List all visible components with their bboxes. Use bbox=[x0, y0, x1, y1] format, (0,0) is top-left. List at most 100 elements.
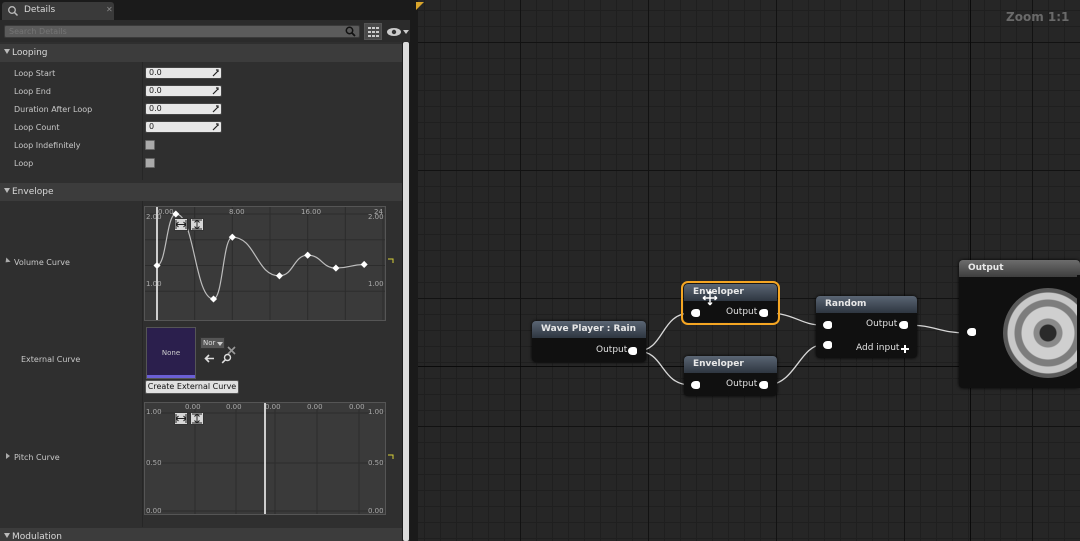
category-looping[interactable]: Looping bbox=[0, 44, 402, 62]
curve-key[interactable] bbox=[275, 272, 283, 280]
loop-count-field[interactable]: 0 bbox=[145, 121, 222, 133]
category-envelope[interactable]: Envelope bbox=[0, 183, 402, 201]
fit-horizontal-button[interactable] bbox=[174, 218, 188, 231]
input-pin[interactable] bbox=[823, 321, 832, 329]
external-curve-thumbnail[interactable]: None bbox=[146, 327, 196, 379]
combo-value: Nor bbox=[203, 339, 216, 347]
tab-close-icon[interactable]: ✕ bbox=[106, 5, 113, 14]
tick-label: 1.00 bbox=[146, 408, 162, 416]
node-header[interactable]: Enveloper bbox=[684, 356, 777, 373]
tab-title: Details bbox=[24, 5, 56, 15]
fit-vertical-icon bbox=[192, 413, 202, 424]
enveloper-node-selected[interactable]: Enveloper Output bbox=[681, 281, 780, 325]
use-selected-arrow-icon[interactable] bbox=[204, 354, 215, 363]
random-node[interactable]: Random Output Add input bbox=[816, 296, 917, 358]
external-curve-combo[interactable]: Nor bbox=[200, 337, 225, 349]
loop-end-field[interactable]: 0.0 bbox=[145, 85, 222, 97]
loop-start-field[interactable]: 0.0 bbox=[145, 67, 222, 79]
curve-menu-icon[interactable] bbox=[388, 454, 394, 460]
node-title: Enveloper bbox=[693, 359, 744, 369]
wave-player-node[interactable]: Wave Player : Rain Output bbox=[532, 321, 646, 362]
fit-vertical-icon bbox=[192, 219, 202, 230]
curve-key[interactable] bbox=[153, 261, 161, 270]
fit-vertical-button[interactable] bbox=[190, 218, 204, 231]
scrollbar-thumb[interactable] bbox=[403, 42, 409, 541]
tick-label: 0.00 bbox=[146, 507, 162, 515]
input-pin[interactable] bbox=[691, 381, 700, 389]
property-label: Duration After Loop bbox=[14, 105, 93, 114]
property-label: Loop Count bbox=[14, 123, 60, 132]
pitch-curve-editor[interactable]: 0.00 0.00 0.00 0.00 0.00 1.00 0.50 0.00 … bbox=[144, 402, 386, 515]
property-label: Loop Start bbox=[14, 69, 56, 78]
details-search-icon bbox=[8, 6, 19, 17]
field-value: 0 bbox=[149, 122, 155, 131]
collapse-arrow-icon bbox=[4, 49, 10, 54]
add-input-label[interactable]: Add input bbox=[856, 343, 899, 353]
search-icon[interactable] bbox=[345, 26, 356, 37]
move-cursor-icon bbox=[702, 290, 718, 306]
tick-label: 0.00 bbox=[265, 403, 281, 411]
node-header[interactable]: Output bbox=[959, 260, 1080, 277]
property-label: Loop Indefinitely bbox=[14, 141, 81, 150]
collapse-arrow-icon bbox=[4, 533, 10, 538]
view-options-eye-icon[interactable] bbox=[386, 26, 410, 38]
input-pin[interactable] bbox=[823, 341, 832, 349]
tick-label: 0.00 bbox=[349, 403, 365, 411]
output-pin-label: Output bbox=[596, 345, 628, 355]
tick-label: 0.00 bbox=[185, 403, 201, 411]
output-pin[interactable] bbox=[759, 381, 768, 389]
property-label: Loop End bbox=[14, 87, 51, 96]
curve-key[interactable] bbox=[304, 251, 312, 259]
node-header[interactable]: Enveloper bbox=[684, 284, 777, 301]
browse-search-icon[interactable] bbox=[221, 353, 232, 364]
curve-menu-icon[interactable] bbox=[388, 258, 394, 264]
tick-label: 1.00 bbox=[146, 280, 162, 288]
output-pin-label: Output bbox=[866, 319, 898, 329]
input-pin[interactable] bbox=[967, 328, 976, 336]
fit-horizontal-icon bbox=[175, 220, 187, 229]
node-title: Wave Player : Rain bbox=[541, 324, 637, 334]
curve-key[interactable] bbox=[360, 260, 368, 269]
volume-curve-line bbox=[156, 213, 365, 300]
enveloper-node[interactable]: Enveloper Output bbox=[684, 356, 777, 396]
chevron-down-icon bbox=[217, 342, 223, 346]
node-header[interactable]: Random bbox=[816, 296, 917, 313]
search-input[interactable] bbox=[4, 25, 360, 38]
tick-label: 2.00 bbox=[368, 213, 384, 221]
expand-arrow-icon[interactable] bbox=[6, 453, 10, 459]
node-title: Output bbox=[968, 263, 1004, 273]
output-pin[interactable] bbox=[628, 347, 637, 355]
fit-horizontal-button[interactable] bbox=[174, 412, 188, 425]
create-external-curve-button[interactable]: Create External Curve bbox=[145, 380, 239, 394]
category-modulation[interactable]: Modulation bbox=[0, 528, 402, 541]
tick-label: 0.50 bbox=[146, 459, 162, 467]
tick-label: 8.00 bbox=[229, 208, 245, 216]
drag-arrows-icon bbox=[212, 105, 219, 113]
property-matrix-button[interactable] bbox=[364, 23, 382, 40]
fit-vertical-button[interactable] bbox=[190, 412, 204, 425]
output-pin[interactable] bbox=[759, 309, 768, 317]
tab-details[interactable]: Details ✕ bbox=[2, 2, 114, 20]
drag-arrows-icon bbox=[212, 87, 219, 95]
tick-label: 0.50 bbox=[368, 459, 384, 467]
tick-label: 1.00 bbox=[368, 280, 384, 288]
field-value: 0.0 bbox=[149, 68, 162, 77]
tick-label: 16.00 bbox=[301, 208, 322, 216]
loop-indefinitely-checkbox[interactable] bbox=[145, 140, 155, 150]
zoom-level: Zoom 1:1 bbox=[1006, 10, 1070, 24]
output-pin[interactable] bbox=[899, 321, 908, 329]
node-header[interactable]: Wave Player : Rain bbox=[532, 321, 646, 338]
tick-label: 0.00 bbox=[226, 403, 242, 411]
loop-checkbox[interactable] bbox=[145, 158, 155, 168]
fit-horizontal-icon bbox=[175, 414, 187, 423]
tick-label: 0.00 bbox=[368, 507, 384, 515]
column-divider bbox=[142, 201, 143, 527]
input-pin[interactable] bbox=[691, 309, 700, 317]
duration-after-loop-field[interactable]: 0.0 bbox=[145, 103, 222, 115]
volume-curve-editor[interactable]: 0.00 8.00 16.00 24 2.00 1.00 2.00 1.00 bbox=[144, 206, 386, 321]
asset-name: None bbox=[161, 349, 181, 357]
collapse-arrow-icon bbox=[4, 188, 10, 193]
add-plus-icon[interactable] bbox=[900, 344, 910, 354]
expand-arrow-icon[interactable] bbox=[3, 257, 11, 265]
panel-splitter[interactable] bbox=[410, 0, 418, 541]
